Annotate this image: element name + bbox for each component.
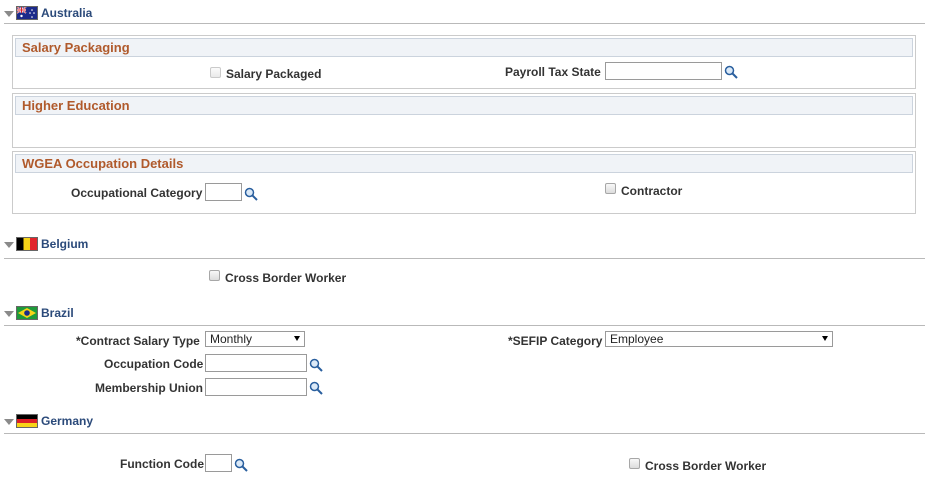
cross-border-worker-checkbox[interactable] xyxy=(629,458,640,469)
belgium-flag-icon xyxy=(16,237,38,251)
chevron-down-icon xyxy=(822,336,828,341)
occupation-code-label: Occupation Code xyxy=(104,357,204,371)
germany-flag-icon xyxy=(16,414,38,428)
sefip-category-label: *SEFIP Category xyxy=(508,334,603,348)
occupational-category-label: Occupational Category xyxy=(71,186,203,200)
wgea-occupation-group: WGEA Occupation Details xyxy=(12,151,916,214)
collapse-triangle-icon[interactable] xyxy=(4,419,14,425)
contractor-checkbox[interactable] xyxy=(605,183,616,194)
lookup-magnifier-icon[interactable] xyxy=(309,358,323,372)
contract-salary-type-label: *Contract Salary Type xyxy=(76,334,200,348)
lookup-magnifier-icon[interactable] xyxy=(724,65,738,79)
lookup-magnifier-icon[interactable] xyxy=(234,458,248,472)
cross-border-worker-label: Cross Border Worker xyxy=(225,271,347,285)
divider xyxy=(4,23,925,24)
country-name: Germany xyxy=(41,414,94,428)
belgium-section-header[interactable]: Belgium xyxy=(4,236,88,252)
contract-salary-type-select[interactable]: Monthly xyxy=(205,331,305,347)
function-code-label: Function Code xyxy=(120,457,204,471)
lookup-magnifier-icon[interactable] xyxy=(309,381,323,395)
contractor-label: Contractor xyxy=(621,184,683,198)
occupation-code-input[interactable] xyxy=(205,354,307,372)
australia-section-header[interactable]: Australia xyxy=(4,5,92,21)
brazil-section-header[interactable]: Brazil xyxy=(4,305,74,321)
divider xyxy=(4,258,925,259)
select-value: Monthly xyxy=(210,332,253,346)
divider xyxy=(4,325,925,326)
salary-packaged-checkbox[interactable] xyxy=(210,67,221,78)
country-name: Belgium xyxy=(41,237,89,251)
cross-border-worker-checkbox[interactable] xyxy=(209,270,220,281)
membership-union-label: Membership Union xyxy=(95,381,204,395)
payroll-tax-state-label: Payroll Tax State xyxy=(505,65,601,79)
cross-border-worker-label: Cross Border Worker xyxy=(645,459,767,473)
higher-education-group: Higher Education xyxy=(12,93,916,148)
country-name: Australia xyxy=(41,6,93,20)
salary-packaging-group: Salary Packaging xyxy=(12,35,916,89)
select-value: Employee xyxy=(610,332,664,346)
collapse-triangle-icon[interactable] xyxy=(4,311,14,317)
group-title: WGEA Occupation Details xyxy=(15,154,913,173)
germany-section-header[interactable]: Germany xyxy=(4,413,93,429)
membership-union-input[interactable] xyxy=(205,378,307,396)
function-code-input[interactable] xyxy=(205,454,232,472)
sefip-category-select[interactable]: Employee xyxy=(605,331,833,347)
occupational-category-input[interactable] xyxy=(205,183,242,201)
group-title: Higher Education xyxy=(15,96,913,115)
country-name: Brazil xyxy=(41,306,74,320)
payroll-tax-state-input[interactable] xyxy=(605,62,722,80)
group-title: Salary Packaging xyxy=(15,38,913,57)
collapse-triangle-icon[interactable] xyxy=(4,242,14,248)
chevron-down-icon xyxy=(294,336,300,341)
divider xyxy=(4,433,925,434)
collapse-triangle-icon[interactable] xyxy=(4,11,14,17)
brazil-flag-icon xyxy=(16,306,38,320)
salary-packaged-label: Salary Packaged xyxy=(226,67,322,81)
lookup-magnifier-icon[interactable] xyxy=(244,187,258,201)
australia-flag-icon xyxy=(16,6,38,20)
